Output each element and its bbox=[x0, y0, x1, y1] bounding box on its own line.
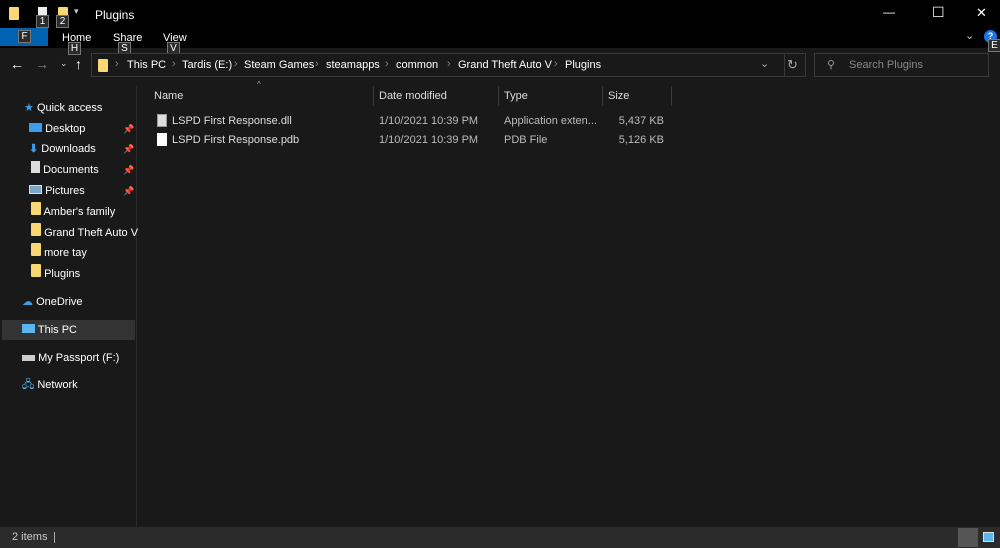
desktop-icon bbox=[29, 123, 42, 132]
key-badge-f: F bbox=[18, 30, 31, 43]
file-name: LSPD First Response.dll bbox=[172, 115, 292, 127]
pin-icon: 📌 bbox=[123, 165, 135, 175]
pictures-icon bbox=[29, 185, 42, 194]
nav-this-pc[interactable]: This PC bbox=[2, 320, 135, 340]
breadcrumb-common[interactable]: common bbox=[396, 59, 438, 71]
search-icon: ⚲ bbox=[827, 59, 836, 71]
pdb-file-icon bbox=[157, 133, 167, 146]
nav-label: Plugins bbox=[44, 268, 81, 280]
nav-folder-gta-v[interactable]: Grand Theft Auto V bbox=[31, 223, 138, 243]
key-badge-1: 1 bbox=[36, 15, 49, 28]
navigation-pane: ★ Quick access Desktop 📌 ⬇ Downloads 📌 D… bbox=[0, 86, 138, 527]
cloud-icon: ☁ bbox=[22, 296, 33, 308]
breadcrumb-steamapps[interactable]: steamapps bbox=[326, 59, 380, 71]
nav-pictures[interactable]: Pictures bbox=[29, 181, 85, 201]
computer-icon bbox=[22, 324, 35, 333]
nav-folder-plugins[interactable]: Plugins bbox=[31, 264, 80, 284]
file-date: 1/10/2021 10:39 PM bbox=[379, 115, 479, 127]
file-size: 5,126 KB bbox=[618, 134, 664, 146]
folder-icon bbox=[31, 243, 41, 256]
nav-label: Amber's family bbox=[43, 206, 116, 218]
nav-label: Pictures bbox=[45, 185, 85, 197]
file-row[interactable]: LSPD First Response.pdb 1/10/2021 10:39 … bbox=[150, 131, 670, 150]
nav-label: Network bbox=[37, 379, 78, 391]
breadcrumb-plugins[interactable]: Plugins bbox=[565, 59, 601, 71]
title-bar: 1 2 ▾ Plugins — ☐ ✕ bbox=[0, 0, 1000, 28]
search-input[interactable]: Search Plugins bbox=[849, 59, 923, 71]
nav-label: Quick access bbox=[36, 102, 103, 114]
status-bar: 2 items bbox=[0, 527, 1000, 548]
nav-folder-more-tay[interactable]: more tay bbox=[31, 243, 87, 263]
nav-label: This PC bbox=[37, 324, 77, 336]
pin-icon: 📌 bbox=[123, 186, 135, 196]
folder-icon bbox=[98, 59, 108, 72]
column-header-type[interactable]: Type bbox=[500, 86, 603, 106]
nav-label: My Passport (F:) bbox=[38, 352, 120, 364]
nav-label: Desktop bbox=[45, 123, 86, 135]
refresh-button[interactable]: ↻ bbox=[787, 57, 798, 73]
nav-quick-access[interactable]: ★ Quick access bbox=[24, 98, 102, 118]
close-button[interactable]: ✕ bbox=[976, 5, 987, 21]
nav-desktop[interactable]: Desktop bbox=[29, 119, 85, 139]
nav-label: OneDrive bbox=[36, 296, 83, 308]
drive-icon bbox=[22, 355, 35, 361]
nav-label: Documents bbox=[43, 164, 99, 176]
nav-downloads[interactable]: ⬇ Downloads bbox=[29, 139, 96, 159]
nav-onedrive[interactable]: ☁ OneDrive bbox=[22, 292, 83, 312]
forward-button[interactable]: → bbox=[35, 56, 49, 72]
breadcrumb-this-pc[interactable]: This PC bbox=[127, 59, 166, 71]
folder-icon bbox=[31, 264, 41, 277]
dll-file-icon bbox=[157, 114, 167, 127]
address-bar[interactable]: › This PC › Tardis (E:) › Steam Games › stea… bbox=[91, 53, 806, 77]
column-header-size[interactable]: Size bbox=[604, 86, 672, 106]
file-tab[interactable]: F bbox=[0, 28, 48, 46]
ribbon-tabs: F Home H Share S View V ⌄ ? E bbox=[0, 28, 1000, 55]
file-name: LSPD First Response.pdb bbox=[172, 134, 300, 146]
key-badge-h: H bbox=[68, 42, 81, 55]
network-icon: 🖧 bbox=[22, 379, 35, 391]
recent-locations-button[interactable]: ⌄ bbox=[60, 58, 68, 69]
item-count: 2 items bbox=[12, 531, 48, 543]
column-header-name[interactable]: Name bbox=[150, 86, 374, 106]
downloads-icon: ⬇ bbox=[29, 143, 39, 155]
breadcrumb-steam-games[interactable]: Steam Games bbox=[244, 59, 314, 71]
file-row[interactable]: LSPD First Response.dll 1/10/2021 10:39 … bbox=[150, 112, 670, 131]
folder-icon bbox=[31, 202, 41, 215]
file-type: Application exten... bbox=[504, 115, 597, 127]
minimize-button[interactable]: — bbox=[883, 5, 895, 19]
key-badge-2: 2 bbox=[56, 15, 69, 28]
nav-documents[interactable]: Documents bbox=[31, 160, 99, 180]
breadcrumb-tardis[interactable]: Tardis (E:) bbox=[182, 59, 232, 71]
breadcrumb-gta-v[interactable]: Grand Theft Auto V bbox=[458, 59, 552, 71]
nav-folder-ambers-family[interactable]: Amber's family bbox=[31, 202, 115, 222]
large-icons-view-button[interactable] bbox=[983, 532, 994, 542]
details-view-button[interactable] bbox=[958, 528, 978, 547]
star-icon: ★ bbox=[24, 102, 34, 114]
folder-icon bbox=[9, 7, 19, 20]
nav-label: Downloads bbox=[41, 143, 96, 155]
documents-icon bbox=[31, 161, 40, 173]
window-title: Plugins bbox=[95, 8, 135, 22]
address-dropdown-icon[interactable]: ⌄ bbox=[760, 57, 769, 70]
nav-network[interactable]: 🖧 Network bbox=[22, 375, 78, 395]
folder-icon bbox=[31, 223, 41, 236]
column-header-date[interactable]: Date modified bbox=[375, 86, 499, 106]
file-date: 1/10/2021 10:39 PM bbox=[379, 134, 479, 146]
nav-my-passport[interactable]: My Passport (F:) bbox=[22, 348, 119, 368]
back-button[interactable]: ← bbox=[10, 56, 24, 72]
up-button[interactable]: ↑ bbox=[75, 56, 82, 72]
key-badge-e: E bbox=[988, 39, 1000, 52]
customize-qat-icon[interactable]: ▾ bbox=[74, 6, 79, 17]
nav-label: Grand Theft Auto V bbox=[44, 227, 139, 239]
nav-label: more tay bbox=[44, 247, 87, 259]
file-size: 5,437 KB bbox=[618, 115, 664, 127]
search-box[interactable]: ⚲ Search Plugins bbox=[814, 53, 989, 77]
maximize-button[interactable]: ☐ bbox=[932, 4, 945, 21]
expand-ribbon-icon[interactable]: ⌄ bbox=[965, 29, 974, 42]
pin-icon: 📌 bbox=[123, 124, 135, 134]
file-type: PDB File bbox=[504, 134, 548, 146]
pin-icon: 📌 bbox=[123, 144, 135, 154]
